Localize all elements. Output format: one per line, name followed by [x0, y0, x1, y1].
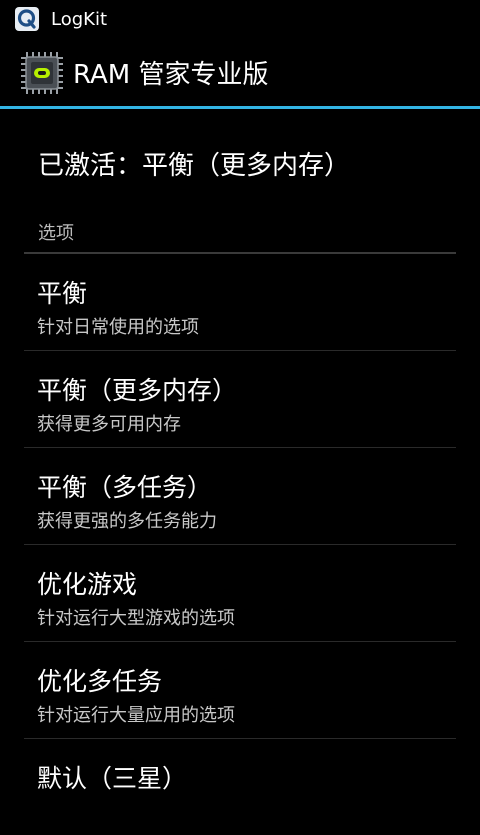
active-status-text: 已激活：平衡（更多内存）	[38, 151, 351, 181]
option-summary: 针对运行大量应用的选项	[37, 705, 235, 726]
option-item-balanced[interactable]: 平衡 针对日常使用的选项	[24, 254, 456, 351]
option-summary: 针对日常使用的选项	[37, 317, 199, 338]
option-item-optimize-gaming[interactable]: 优化游戏 针对运行大型游戏的选项	[24, 545, 456, 642]
action-bar-divider	[0, 106, 480, 109]
chip-icon[interactable]	[17, 48, 67, 98]
option-item-balanced-multitasking[interactable]: 平衡（多任务） 获得更强的多任务能力	[24, 448, 456, 545]
status-bar: LogKit	[0, 0, 480, 38]
status-bar-title: LogKit	[51, 8, 108, 30]
action-bar: RAM 管家专业版	[0, 38, 480, 107]
section-header-options: 选项	[38, 223, 74, 244]
option-title: 平衡（更多内存）	[37, 376, 238, 405]
option-title: 优化多任务	[37, 667, 163, 696]
option-title: 平衡（多任务）	[37, 473, 213, 502]
option-item-default-samsung[interactable]: 默认（三星）	[24, 739, 456, 835]
option-summary: 获得更强的多任务能力	[37, 511, 217, 532]
options-list: 平衡 针对日常使用的选项 平衡（更多内存） 获得更多可用内存 平衡（多任务） 获…	[24, 254, 456, 835]
option-item-optimize-multitasking[interactable]: 优化多任务 针对运行大量应用的选项	[24, 642, 456, 739]
option-summary: 针对运行大型游戏的选项	[37, 608, 235, 629]
option-title: 优化游戏	[37, 570, 138, 599]
app-title: RAM 管家专业版	[73, 60, 269, 90]
option-summary: 获得更多可用内存	[37, 414, 181, 435]
option-item-balanced-more-memory[interactable]: 平衡（更多内存） 获得更多可用内存	[24, 351, 456, 448]
logkit-icon	[14, 6, 40, 32]
option-title: 默认（三星）	[37, 764, 188, 793]
option-title: 平衡	[37, 279, 88, 308]
